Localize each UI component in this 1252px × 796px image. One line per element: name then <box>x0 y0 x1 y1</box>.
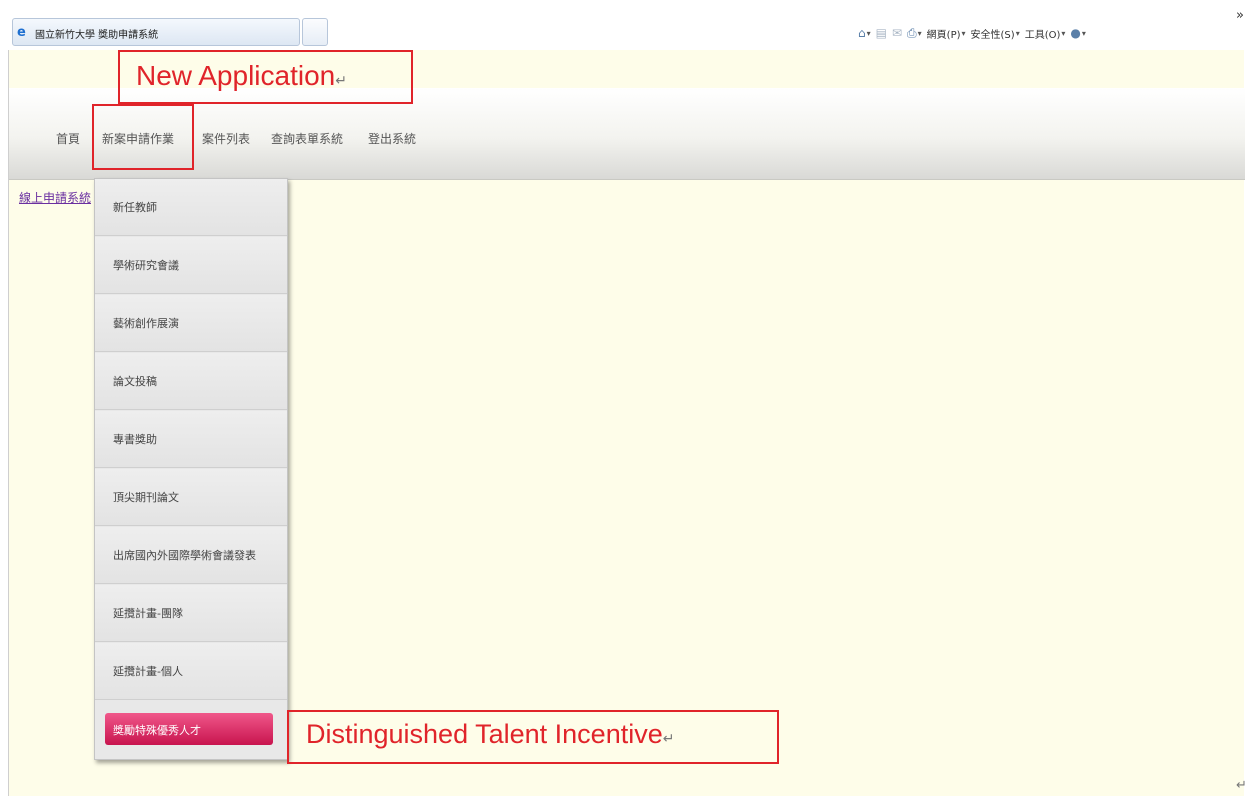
dropdown-item-new-faculty[interactable]: 新任教師 <box>95 179 287 236</box>
mail-icon[interactable]: ✉ <box>892 26 902 40</box>
dropdown-item-book-grant[interactable]: 專書獎助 <box>95 411 287 468</box>
nav-item-case-list[interactable]: 案件列表 <box>202 130 250 152</box>
safety-menu-dropdown-icon[interactable]: ▾ <box>1016 29 1020 38</box>
new-application-dropdown: 新任教師 學術研究會議 藝術創作展演 論文投稿 專書獎助 頂尖期刊論文 出席國內… <box>94 178 288 760</box>
dropdown-item-conference-attendance[interactable]: 出席國內外國際學術會議發表 <box>95 527 287 584</box>
browser-tab-title: 國立新竹大學 獎助申請系統 <box>35 30 159 41</box>
ie-favicon-icon: e <box>17 25 26 40</box>
dropdown-item-label: 藝術創作展演 <box>113 317 179 330</box>
browser-tab-active[interactable]: e 國立新竹大學 獎助申請系統 <box>12 18 300 46</box>
annotation-box-nav-highlight <box>92 104 194 170</box>
browser-tab-bar: e 國立新竹大學 獎助申請系統 ⌂ ▾ ▤ ✉ ⎙ ▾ 網頁(P) ▾ 安全性(S) ▾… <box>0 0 1252 50</box>
annotation-label-new-application: New Application↵ <box>136 60 347 92</box>
dropdown-item-label: 延攬計畫-個人 <box>113 665 183 678</box>
print-dropdown-icon[interactable]: ▾ <box>918 29 922 38</box>
overflow-chevron-icon[interactable]: » <box>1236 8 1244 23</box>
tools-menu[interactable]: 工具(O) <box>1025 26 1061 41</box>
print-icon[interactable]: ⎙ <box>907 26 917 41</box>
page-menu-dropdown-icon[interactable]: ▾ <box>962 29 966 38</box>
new-tab-button[interactable] <box>302 18 328 46</box>
annotation-text: New Application <box>136 60 336 91</box>
dropdown-item-recruit-individual[interactable]: 延攬計畫-個人 <box>95 643 287 700</box>
dropdown-item-art-exhibition[interactable]: 藝術創作展演 <box>95 295 287 352</box>
return-mark-icon: ↵ <box>662 730 675 746</box>
help-dropdown-icon[interactable]: ▾ <box>1082 29 1086 38</box>
page-menu[interactable]: 網頁(P) <box>927 26 961 41</box>
dropdown-item-top-journal-paper[interactable]: 頂尖期刊論文 <box>95 469 287 526</box>
dropdown-item-label: 學術研究會議 <box>113 259 179 272</box>
annotation-text: Distinguished Talent Incentive <box>306 719 663 749</box>
dropdown-item-label: 新任教師 <box>113 201 157 214</box>
nav-item-home[interactable]: 首頁 <box>56 130 80 152</box>
safety-menu[interactable]: 安全性(S) <box>971 26 1015 41</box>
dropdown-item-academic-conference[interactable]: 學術研究會議 <box>95 237 287 294</box>
dropdown-item-label: 獎勵特殊優秀人才 <box>113 724 201 737</box>
return-mark-icon: ↵ <box>1236 778 1247 793</box>
dropdown-item-label: 延攬計畫-團隊 <box>113 607 183 620</box>
dropdown-item-label: 專書獎助 <box>113 433 157 446</box>
dropdown-item-paper-submission[interactable]: 論文投稿 <box>95 353 287 410</box>
dropdown-item-label: 出席國內外國際學術會議發表 <box>113 549 256 562</box>
browser-command-bar: ⌂ ▾ ▤ ✉ ⎙ ▾ 網頁(P) ▾ 安全性(S) ▾ 工具(O) ▾ ● ▾ <box>858 24 1086 42</box>
dropdown-item-distinguished-talent[interactable]: 獎勵特殊優秀人才 <box>105 713 273 745</box>
tools-menu-dropdown-icon[interactable]: ▾ <box>1061 29 1065 38</box>
dropdown-item-label: 論文投稿 <box>113 375 157 388</box>
nav-item-query-forms[interactable]: 查詢表單系統 <box>271 130 343 152</box>
home-icon[interactable]: ⌂ <box>858 26 866 40</box>
dropdown-item-recruit-team[interactable]: 延攬計畫-團隊 <box>95 585 287 642</box>
help-icon[interactable]: ● <box>1070 26 1080 40</box>
home-dropdown-icon[interactable]: ▾ <box>867 29 871 38</box>
return-mark-icon: ↵ <box>335 72 347 88</box>
annotation-label-talent-incentive: Distinguished Talent Incentive↵ <box>306 719 674 750</box>
dropdown-item-label: 頂尖期刊論文 <box>113 491 179 504</box>
rss-feed-icon[interactable]: ▤ <box>876 26 887 40</box>
online-application-link[interactable]: 線上申請系統 <box>19 189 97 206</box>
nav-item-logout[interactable]: 登出系統 <box>368 130 416 152</box>
